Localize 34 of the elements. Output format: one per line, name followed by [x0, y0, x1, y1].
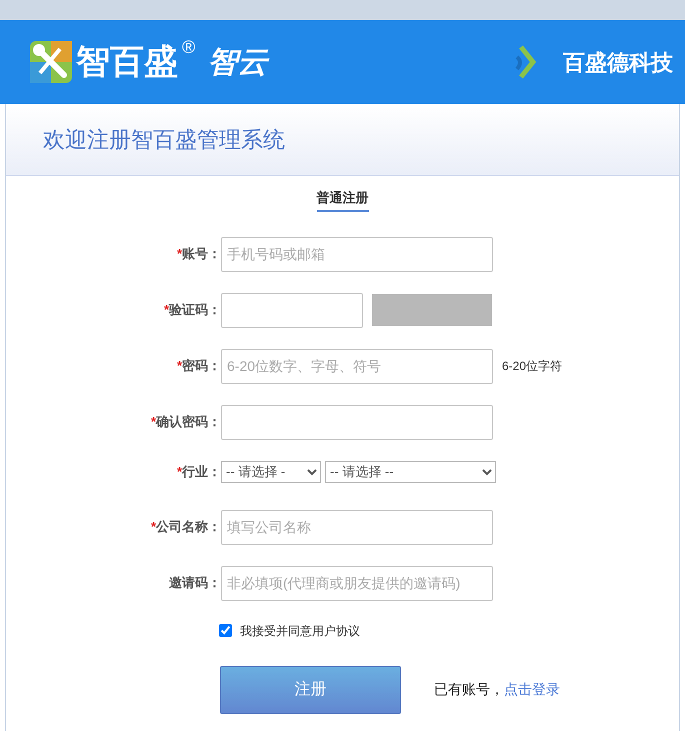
brand-suffix: 智云	[207, 44, 268, 82]
logo-icon	[30, 41, 72, 83]
agreement-checkbox[interactable]	[219, 624, 232, 637]
agreement-label: 我接受并同意用户协议	[240, 622, 360, 640]
field-label: 密码：	[182, 358, 221, 374]
input-field[interactable]: 6-20位数字、字母、符号	[221, 348, 493, 384]
page-title: 欢迎注册智百盛管理系统	[43, 126, 285, 154]
required-mark: *	[176, 358, 182, 374]
input-field[interactable]: 非必填项(代理商或朋友提供的邀请码)	[221, 566, 493, 600]
field-label: 账号：	[182, 246, 221, 262]
login-link[interactable]: 点击登录	[504, 679, 560, 700]
required-mark: *	[176, 246, 182, 262]
required-mark: *	[176, 464, 182, 479]
brand-name: 智百盛	[76, 45, 178, 79]
tab[interactable]: 普通注册	[316, 188, 368, 212]
input-field[interactable]	[221, 404, 493, 440]
field-label: 邀请码：	[169, 575, 221, 590]
input-field[interactable]: 手机号码或邮箱	[221, 236, 493, 272]
company-name: 百盛德科技	[563, 48, 673, 76]
login-prompt: 已有账号，	[434, 680, 504, 699]
required-mark: *	[150, 414, 156, 430]
field-label: 验证码：	[169, 302, 221, 318]
field-label: 确认密码：	[156, 414, 221, 430]
chevron-logo-icon	[515, 45, 539, 79]
dropdown[interactable]: -- 请选择 -	[221, 460, 321, 482]
input-field[interactable]	[221, 292, 363, 328]
required-mark: *	[164, 302, 169, 318]
required-mark: *	[150, 519, 156, 534]
field-label: 公司名称：	[156, 519, 221, 534]
dropdown[interactable]: -- 请选择 --	[325, 460, 496, 482]
input-field[interactable]: 填写公司名称	[221, 510, 493, 544]
field-label: 行业：	[182, 464, 221, 479]
registered-mark: ®	[182, 36, 196, 58]
field-hint: 6-20位字符	[502, 358, 562, 375]
